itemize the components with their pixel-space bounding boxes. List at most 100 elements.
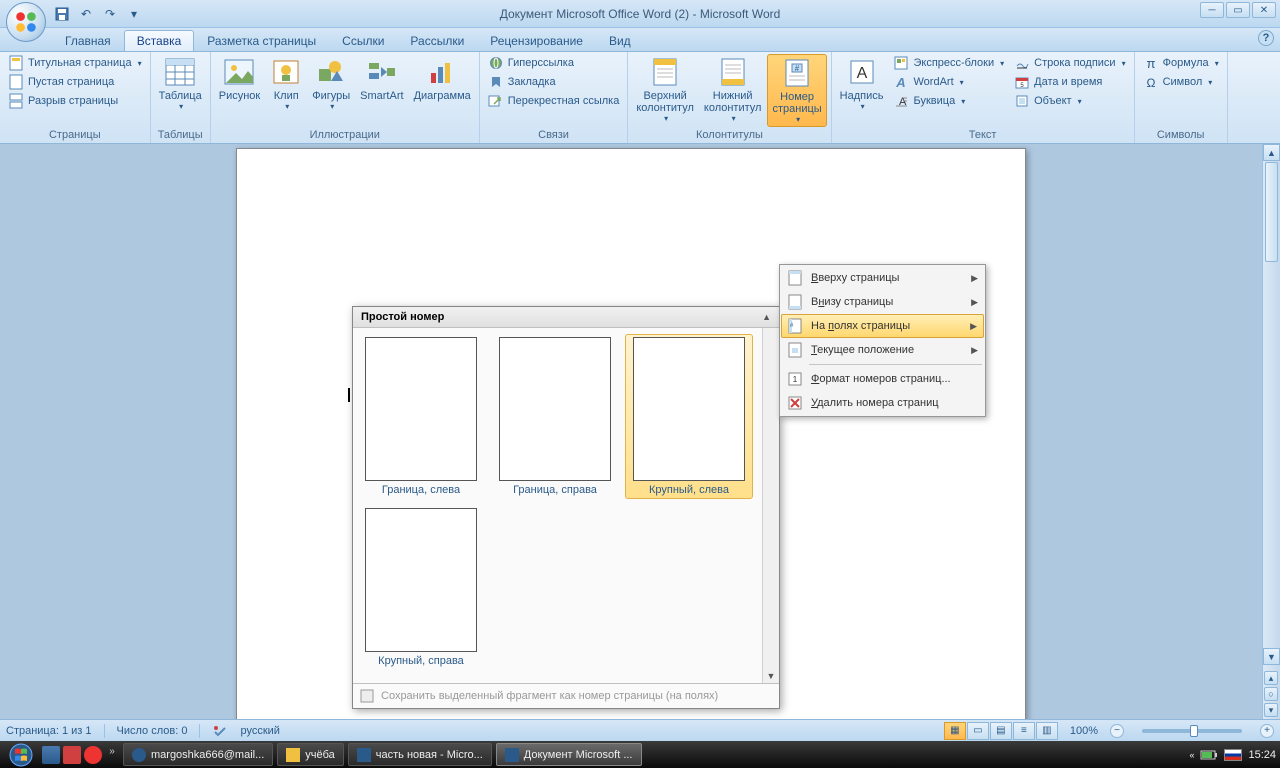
ql-item-1[interactable] [42, 746, 60, 764]
dropcap-button[interactable]: AБуквица [889, 92, 1008, 110]
gallery-scrollbar[interactable]: ▼ [762, 328, 779, 683]
tab-references[interactable]: Ссылки [329, 30, 397, 51]
gallery-item-large-right[interactable]: Крупный, справа [357, 505, 485, 670]
ql-item-2[interactable] [63, 746, 81, 764]
tray-battery-icon[interactable] [1200, 749, 1218, 761]
tab-pagelayout[interactable]: Разметка страницы [194, 30, 329, 51]
cover-page-button[interactable]: Титульная страница [4, 54, 146, 72]
signature-line-button[interactable]: Строка подписи [1010, 54, 1129, 72]
office-logo-icon [13, 9, 39, 35]
fullscreen-reading-view[interactable]: ▭ [967, 722, 989, 740]
minimize-button[interactable]: ─ [1200, 2, 1224, 18]
tab-insert[interactable]: Вставка [124, 30, 195, 51]
chart-button[interactable]: Диаграмма [410, 54, 475, 104]
qat-customize[interactable]: ▾ [124, 4, 144, 24]
menu-current-position[interactable]: Текущее положение▶ [781, 338, 984, 362]
scroll-down-button[interactable]: ▼ [1263, 648, 1280, 665]
datetime-button[interactable]: 5Дата и время [1010, 73, 1129, 91]
gallery-item-border-right[interactable]: Граница, справа [491, 334, 619, 499]
quickparts-button[interactable]: Экспресс-блоки [889, 54, 1008, 72]
submenu-arrow-icon: ▶ [971, 345, 978, 356]
ql-more[interactable]: » [105, 746, 119, 764]
picture-button[interactable]: Рисунок [215, 54, 265, 104]
ql-opera[interactable] [84, 746, 102, 764]
equation-button[interactable]: πФормула [1139, 54, 1223, 72]
svg-text:1: 1 [793, 375, 798, 384]
clip-button[interactable]: Клип [266, 54, 306, 113]
picture-icon [223, 56, 255, 88]
textbox-icon: A [846, 56, 878, 88]
tray-more-icon[interactable]: « [1189, 750, 1194, 760]
gallery-header: Простой номер▲ [353, 307, 779, 328]
gallery-footer-save[interactable]: Сохранить выделенный фрагмент как номер … [353, 683, 779, 708]
tray-clock[interactable]: 15:24 [1248, 749, 1276, 761]
tab-view[interactable]: Вид [596, 30, 644, 51]
menu-remove-page-numbers[interactable]: Удалить номера страниц [781, 391, 984, 415]
tab-mailings[interactable]: Рассылки [397, 30, 477, 51]
page-break-button[interactable]: Разрыв страницы [4, 92, 146, 110]
status-page[interactable]: Страница: 1 из 1 [6, 725, 92, 737]
taskbar-item-word1[interactable]: часть новая - Micro... [348, 743, 492, 766]
table-button[interactable]: Таблица [155, 54, 206, 113]
menu-top-of-page[interactable]: Вверху страницы▶ [781, 266, 984, 290]
crossref-button[interactable]: Перекрестная ссылка [484, 92, 624, 110]
close-button[interactable]: ✕ [1252, 2, 1276, 18]
menu-format-page-numbers[interactable]: 1Формат номеров страниц... [781, 367, 984, 391]
scroll-thumb[interactable] [1265, 162, 1278, 262]
tab-review[interactable]: Рецензирование [477, 30, 596, 51]
tab-home[interactable]: Главная [52, 30, 124, 51]
print-layout-view[interactable]: ▦ [944, 722, 966, 740]
zoom-out-button[interactable]: − [1110, 724, 1124, 738]
ribbon: Титульная страница Пустая страница Разры… [0, 52, 1280, 144]
zoom-in-button[interactable]: + [1260, 724, 1274, 738]
start-button[interactable] [4, 741, 38, 768]
qat-undo[interactable]: ↶ [76, 4, 96, 24]
zoom-slider-thumb[interactable] [1190, 725, 1198, 737]
tray-language-flag[interactable] [1224, 749, 1242, 761]
zoom-level[interactable]: 100% [1070, 725, 1098, 737]
header-button[interactable]: Верхний колонтитул [632, 54, 698, 125]
prev-page-button[interactable]: ▴ [1264, 671, 1278, 685]
dropcap-icon: A [893, 93, 909, 109]
hyperlink-button[interactable]: Гиперссылка [484, 54, 624, 72]
blank-page-button[interactable]: Пустая страница [4, 73, 146, 91]
help-button[interactable]: ? [1258, 30, 1274, 46]
next-page-button[interactable]: ▾ [1264, 703, 1278, 717]
smartart-button[interactable]: SmartArt [356, 54, 407, 104]
page-number-button[interactable]: #Номер страницы [767, 54, 826, 127]
textbox-button[interactable]: AНадпись [836, 54, 888, 113]
footer-button[interactable]: Нижний колонтитул [700, 54, 766, 125]
gallery-item-border-left[interactable]: Граница, слева [357, 334, 485, 499]
menu-page-margins[interactable]: #На полях страницы▶ [781, 314, 984, 338]
gallery-scroll-up-icon[interactable]: ▲ [762, 312, 771, 322]
clip-icon [270, 56, 302, 88]
scroll-up-button[interactable]: ▲ [1263, 144, 1280, 161]
qat-redo[interactable]: ↷ [100, 4, 120, 24]
gallery-scroll-down-icon[interactable]: ▼ [763, 671, 779, 681]
outline-view[interactable]: ≡ [1013, 722, 1035, 740]
web-layout-view[interactable]: ▤ [990, 722, 1012, 740]
zoom-slider[interactable] [1142, 729, 1242, 733]
equation-icon: π [1143, 55, 1159, 71]
status-language[interactable]: русский [240, 725, 279, 737]
wordart-button[interactable]: AWordArt [889, 73, 1008, 91]
draft-view[interactable]: ▥ [1036, 722, 1058, 740]
status-words[interactable]: Число слов: 0 [117, 725, 188, 737]
object-button[interactable]: Объект [1010, 92, 1129, 110]
bookmark-button[interactable]: Закладка [484, 73, 624, 91]
taskbar-item-word2[interactable]: Документ Microsoft ... [496, 743, 642, 766]
gallery-thumb [499, 337, 611, 481]
spellcheck-icon[interactable] [212, 724, 228, 738]
office-button[interactable] [6, 2, 46, 42]
qat-save[interactable] [52, 4, 72, 24]
gallery-item-large-left[interactable]: Крупный, слева [625, 334, 753, 499]
menu-bottom-of-page[interactable]: Внизу страницы▶ [781, 290, 984, 314]
shapes-button[interactable]: Фигуры [308, 54, 354, 113]
browse-object-button[interactable]: ○ [1264, 687, 1278, 701]
maximize-button[interactable]: ▭ [1226, 2, 1250, 18]
group-text: AНадпись Экспресс-блоки AWordArt AБуквиц… [832, 52, 1135, 143]
symbol-button[interactable]: ΩСимвол [1139, 73, 1223, 91]
taskbar-item-mail[interactable]: margoshka666@mail... [123, 743, 273, 766]
vertical-scrollbar[interactable]: ▲ ▼ ▴ ○ ▾ [1262, 144, 1280, 719]
taskbar-item-folder[interactable]: учёба [277, 743, 344, 766]
